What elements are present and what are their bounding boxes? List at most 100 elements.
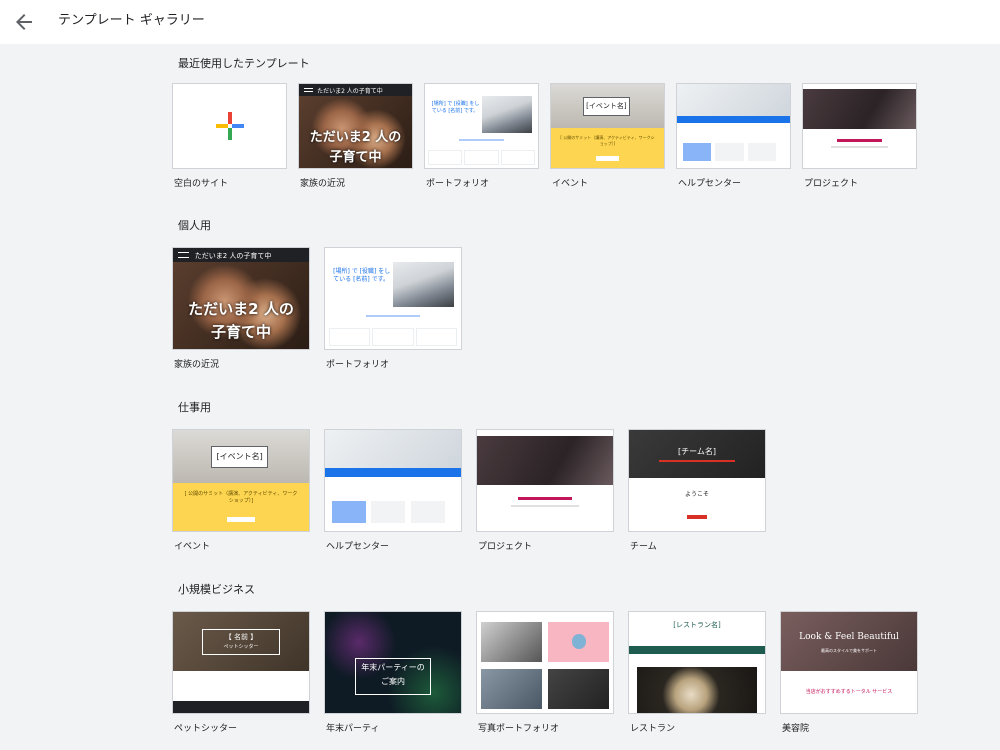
thumbnail-accent-line [517, 496, 573, 500]
thumbnail-photo [547, 622, 609, 663]
thumbnail-tile [682, 142, 711, 162]
thumbnail-headline-2: 子育て中 [210, 323, 271, 341]
thumbnail-title-frame: 【 名前 】 ペットシッター [201, 629, 281, 656]
thumbnail-headline: ただいま2 人の [309, 130, 402, 145]
section-title-recent: 最近使用したテンプレート [178, 57, 310, 70]
thumbnail-welcome: ようこそ [684, 490, 709, 498]
template-thumbnail [476, 429, 614, 532]
template-card-beauty-salon[interactable]: Look & Feel Beautiful 最高のスタイルで美をサポート 当店が… [780, 611, 918, 737]
template-card-event[interactable]: [イベント名] [ 公開のサミット（講演、アクティビティ、ワークショップ）] イ… [550, 83, 665, 189]
template-label: レストラン [630, 724, 676, 734]
template-card-restaurant[interactable]: [レストラン名] レストラン [628, 611, 766, 737]
thumbnail-site-title: ただいま2 人の子育て中 [317, 88, 383, 95]
thumbnail-search-band [325, 468, 461, 478]
template-thumbnail: 【 名前 】 ペットシッター [172, 611, 310, 714]
template-thumbnail [802, 83, 917, 169]
thumbnail-site-title: ただいま2 人の子育て中 [194, 252, 272, 260]
template-label: ポートフォリオ [326, 360, 390, 370]
thumbnail-nav-bar: ただいま2 人の子育て中 [173, 248, 309, 263]
template-thumbnail [676, 83, 791, 169]
thumbnail-party-line-1: 年末パーティーの [361, 663, 425, 673]
template-thumbnail: [イベント名] [ 公開のサミット（講演、アクティビティ、ワークショップ）] [550, 83, 665, 169]
thumbnail-caption-line [458, 139, 505, 142]
template-label: 家族の近況 [300, 179, 346, 189]
thumbnail-event-name: [イベント名] [582, 97, 631, 116]
template-card-project[interactable]: プロジェクト [476, 429, 614, 555]
thumbnail-intro-text: [場所] で [役職] をしている [名前] です。 [333, 268, 391, 284]
thumbnail-headline: Look & Feel Beautiful [799, 632, 899, 643]
template-label: 家族の近況 [174, 360, 220, 370]
thumbnail-event-name: [イベント名] [211, 446, 269, 469]
section-title-personal: 個人用 [178, 219, 211, 232]
thumbnail-tile [748, 142, 777, 162]
section-title-small-business: 小規模ビジネス [178, 583, 255, 596]
template-card-help-center[interactable]: ヘルプセンター [324, 429, 462, 555]
menu-icon [178, 252, 190, 258]
thumbnail-yellow-band: [ 公開のサミット（講演、アクティビティ、ワークショップ）] [173, 482, 309, 531]
thumbnail-photo [481, 668, 543, 709]
template-thumbnail: [レストラン名] [628, 611, 766, 714]
thumbnail-green-band [629, 646, 765, 655]
thumbnail-pet-name: 【 名前 】 [224, 633, 258, 642]
template-card-photo-portfolio[interactable]: 写真ポートフォリオ [476, 611, 614, 737]
thumbnail-photo [393, 262, 455, 307]
thumbnail-service-text: 当店がおすすめするトータル サービス [805, 688, 893, 695]
thumbnail-accent-line [658, 460, 736, 463]
template-label: チーム [630, 542, 657, 552]
template-card-event[interactable]: [イベント名] [ 公開のサミット（講演、アクティビティ、ワークショップ）] イ… [172, 429, 310, 555]
thumbnail-columns [329, 327, 457, 346]
thumbnail-text-line [511, 504, 579, 507]
template-card-project[interactable]: プロジェクト [802, 83, 917, 189]
thumbnail-search-band [677, 115, 790, 124]
thumbnail-hero [325, 430, 461, 469]
thumbnail-party-line-2: ご案内 [381, 677, 405, 687]
template-label: イベント [552, 179, 589, 189]
template-thumbnail: ただいま2 人の子育て中 ただいま2 人の 子育て中 [298, 83, 413, 169]
template-card-help-center[interactable]: ヘルプセンター [676, 83, 791, 189]
thumbnail-hero [677, 84, 790, 116]
page-title: テンプレート ギャラリー [58, 13, 205, 28]
template-label: ペットシッター [174, 724, 238, 734]
thumbnail-event-note: [ 公開のサミット（講演、アクティビティ、ワークショップ）] [560, 134, 655, 146]
template-thumbnail: ただいま2 人の子育て中 ただいま2 人の 子育て中 [172, 247, 310, 350]
thumbnail-team-name: [チーム名] [677, 447, 716, 457]
template-card-family[interactable]: ただいま2 人の子育て中 ただいま2 人の 子育て中 家族の近況 [172, 247, 310, 373]
plus-icon [215, 112, 244, 140]
thumbnail-headline: ただいま2 人の [188, 300, 294, 318]
template-thumbnail [324, 429, 462, 532]
template-card-blank[interactable]: 空白のサイト [172, 83, 287, 189]
template-label: ヘルプセンター [326, 542, 390, 552]
template-label: ヘルプセンター [678, 179, 742, 189]
thumbnail-pet-role: ペットシッター [223, 644, 259, 651]
template-label: イベント [174, 542, 211, 552]
template-card-year-end-party[interactable]: 年末パーティーの ご案内 年末パーティ [324, 611, 462, 737]
thumbnail-button [227, 517, 255, 523]
template-label: ポートフォリオ [426, 179, 490, 189]
template-card-family[interactable]: ただいま2 人の子育て中 ただいま2 人の 子育て中 家族の近況 [298, 83, 413, 189]
thumbnail-event-note: [ 公開のサミット（講演、アクティビティ、ワークショップ）] [184, 491, 298, 505]
template-card-team[interactable]: [チーム名] ようこそ チーム [628, 429, 766, 555]
template-card-portfolio[interactable]: [場所] で [役職] をしている [名前] です。 ポートフォリオ [424, 83, 539, 189]
template-card-portfolio[interactable]: [場所] で [役職] をしている [名前] です。 ポートフォリオ [324, 247, 462, 373]
template-label: 写真ポートフォリオ [478, 724, 560, 734]
thumbnail-footer-bar [173, 700, 309, 713]
template-thumbnail: 年末パーティーの ご案内 [324, 611, 462, 714]
thumbnail-nav-bar: ただいま2 人の子育て中 [299, 84, 412, 96]
thumbnail-text-line [831, 146, 888, 149]
template-card-pet-sitter[interactable]: 【 名前 】 ペットシッター ペットシッター [172, 611, 310, 737]
thumbnail-tile [715, 142, 744, 162]
template-thumbnail: [イベント名] [ 公開のサミット（講演、アクティビティ、ワークショップ）] [172, 429, 310, 532]
thumbnail-restaurant-name: [レストラン名] [673, 621, 721, 630]
top-app-bar: テンプレート ギャラリー [0, 0, 1000, 44]
template-thumbnail: [場所] で [役職] をしている [名前] です。 [424, 83, 539, 169]
thumbnail-headline-2: 子育て中 [329, 150, 382, 165]
thumbnail-hero [803, 89, 916, 130]
template-label: プロジェクト [804, 179, 859, 189]
template-thumbnail: [場所] で [役職] をしている [名前] です。 [324, 247, 462, 350]
back-arrow-icon[interactable] [12, 10, 36, 34]
menu-icon [303, 87, 313, 93]
thumbnail-tile [371, 500, 406, 523]
thumbnail-photo [481, 95, 533, 133]
thumbnail-photo [637, 666, 757, 713]
thumbnail-yellow-band: [ 公開のサミット（講演、アクティビティ、ワークショップ）] [551, 127, 664, 168]
